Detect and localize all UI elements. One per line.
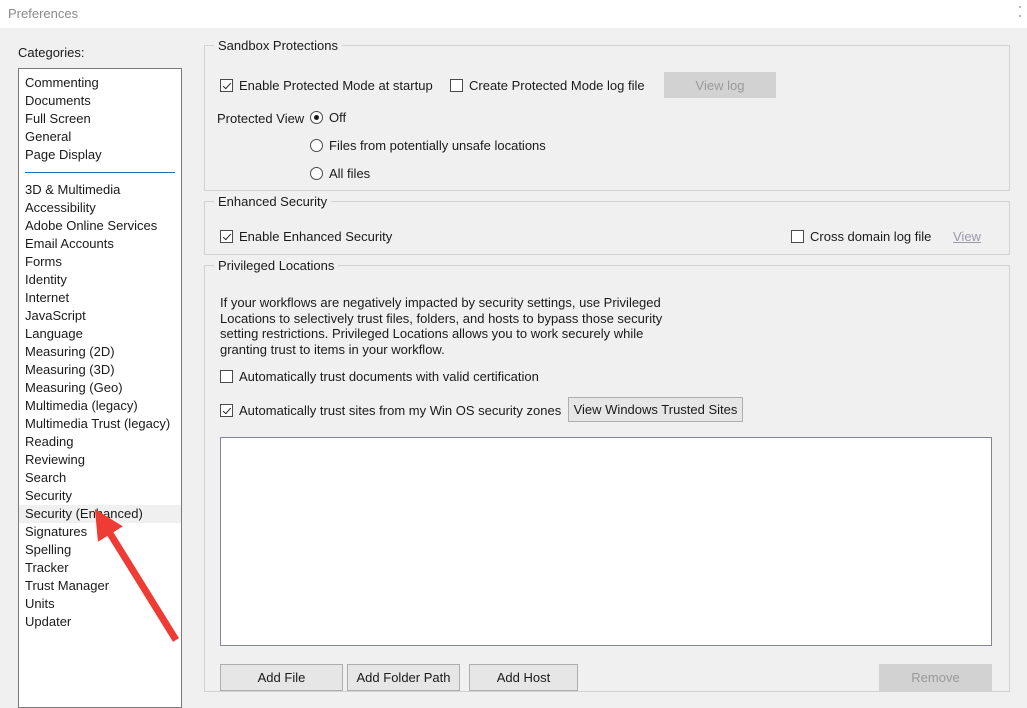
category-item[interactable]: Measuring (Geo): [19, 379, 181, 397]
category-item[interactable]: Identity: [19, 271, 181, 289]
enable-enhanced-security-label: Enable Enhanced Security: [239, 229, 393, 244]
category-item[interactable]: Search: [19, 469, 181, 487]
cross-domain-log-checkbox[interactable]: [791, 230, 804, 243]
auto-trust-documents-checkbox[interactable]: [220, 370, 233, 383]
category-item[interactable]: Security (Enhanced): [19, 505, 181, 523]
protected-view-option-off[interactable]: Off: [310, 110, 346, 125]
protected-view-off-radio[interactable]: [310, 111, 323, 124]
privileged-locations-description: If your workflows are negatively impacte…: [220, 295, 663, 357]
create-protected-mode-log-checkbox-row[interactable]: Create Protected Mode log file: [450, 78, 645, 93]
enable-protected-mode-label: Enable Protected Mode at startup: [239, 78, 433, 93]
add-folder-path-button[interactable]: Add Folder Path: [347, 664, 460, 691]
category-item[interactable]: Security: [19, 487, 181, 505]
enable-protected-mode-checkbox[interactable]: [220, 79, 233, 92]
category-item[interactable]: Trust Manager: [19, 577, 181, 595]
categories-group-secondary: 3D & Multimedia Accessibility Adobe Online…: [19, 181, 181, 631]
enable-enhanced-security-checkbox-row[interactable]: Enable Enhanced Security: [220, 229, 392, 244]
protected-view-label: Protected View: [217, 111, 305, 126]
enable-enhanced-security-checkbox[interactable]: [220, 230, 233, 243]
create-protected-mode-log-label: Create Protected Mode log file: [469, 78, 645, 93]
enhanced-security-title: Enhanced Security: [214, 194, 332, 209]
category-item[interactable]: Language: [19, 325, 181, 343]
window-title: Preferences: [8, 6, 79, 21]
category-item[interactable]: Documents: [19, 92, 181, 110]
category-item[interactable]: JavaScript: [19, 307, 181, 325]
category-item[interactable]: Signatures: [19, 523, 181, 541]
category-item[interactable]: Adobe Online Services: [19, 217, 181, 235]
protected-view-all-files-radio[interactable]: [310, 167, 323, 180]
category-item[interactable]: General: [19, 128, 181, 146]
auto-trust-documents-checkbox-row[interactable]: Automatically trust documents with valid…: [220, 369, 539, 384]
auto-trust-sites-label: Automatically trust sites from my Win OS…: [239, 403, 562, 418]
add-host-button[interactable]: Add Host: [469, 664, 578, 691]
category-item[interactable]: Tracker: [19, 559, 181, 577]
category-item[interactable]: Commenting: [19, 74, 181, 92]
preferences-client-area: Categories: Commenting Documents Full Scre…: [0, 28, 1027, 708]
protected-view-option-unsafe-locations[interactable]: Files from potentially unsafe locations: [310, 138, 546, 153]
categories-group-primary: Commenting Documents Full Screen General Pag…: [19, 74, 181, 164]
categories-label: Categories:: [18, 45, 85, 60]
view-log-button[interactable]: View log: [664, 72, 776, 98]
protected-view-unsafe-locations-radio[interactable]: [310, 139, 323, 152]
auto-trust-documents-label: Automatically trust documents with valid…: [239, 369, 539, 384]
category-item[interactable]: Full Screen: [19, 110, 181, 128]
category-item[interactable]: Multimedia (legacy): [19, 397, 181, 415]
category-item[interactable]: 3D & Multimedia: [19, 181, 181, 199]
protected-view-all-files-label: All files: [329, 166, 371, 181]
category-item[interactable]: Reviewing: [19, 451, 181, 469]
category-item[interactable]: Forms: [19, 253, 181, 271]
category-item[interactable]: Measuring (3D): [19, 361, 181, 379]
titlebar-dot-lower: [1019, 15, 1021, 17]
category-item[interactable]: Reading: [19, 433, 181, 451]
protected-view-option-all-files[interactable]: All files: [310, 166, 370, 181]
create-protected-mode-log-checkbox[interactable]: [450, 79, 463, 92]
privileged-locations-listbox[interactable]: [220, 437, 992, 646]
category-item[interactable]: Updater: [19, 613, 181, 631]
auto-trust-sites-checkbox[interactable]: [220, 404, 233, 417]
auto-trust-sites-checkbox-row[interactable]: Automatically trust sites from my Win OS…: [220, 403, 561, 418]
enhanced-security-group: Enhanced Security: [204, 194, 1010, 255]
remove-button[interactable]: Remove: [879, 664, 992, 691]
category-item[interactable]: Page Display: [19, 146, 181, 164]
category-item[interactable]: Units: [19, 595, 181, 613]
cross-domain-view-link[interactable]: View: [953, 229, 981, 244]
cross-domain-log-label: Cross domain log file: [810, 229, 932, 244]
protected-view-off-label: Off: [329, 110, 347, 125]
category-item[interactable]: Email Accounts: [19, 235, 181, 253]
category-item[interactable]: Spelling: [19, 541, 181, 559]
privileged-locations-title: Privileged Locations: [214, 258, 339, 273]
protected-view-unsafe-locations-label: Files from potentially unsafe locations: [329, 138, 546, 153]
enable-protected-mode-checkbox-row[interactable]: Enable Protected Mode at startup: [220, 78, 433, 93]
add-file-button[interactable]: Add File: [220, 664, 343, 691]
category-item[interactable]: Measuring (2D): [19, 343, 181, 361]
sandbox-protections-title: Sandbox Protections: [214, 38, 342, 53]
window-titlebar: Preferences: [0, 0, 1027, 29]
cross-domain-log-checkbox-row[interactable]: Cross domain log file: [791, 229, 931, 244]
titlebar-dot-upper: [1019, 6, 1021, 8]
categories-listbox[interactable]: Commenting Documents Full Screen General Pag…: [18, 68, 182, 708]
categories-separator: [25, 172, 175, 173]
view-windows-trusted-sites-button[interactable]: View Windows Trusted Sites: [568, 397, 743, 422]
category-item[interactable]: Multimedia Trust (legacy): [19, 415, 181, 433]
category-item[interactable]: Accessibility: [19, 199, 181, 217]
category-item[interactable]: Internet: [19, 289, 181, 307]
preferences-right-panel: Sandbox Protections Enable Protected Mod…: [204, 28, 1016, 700]
